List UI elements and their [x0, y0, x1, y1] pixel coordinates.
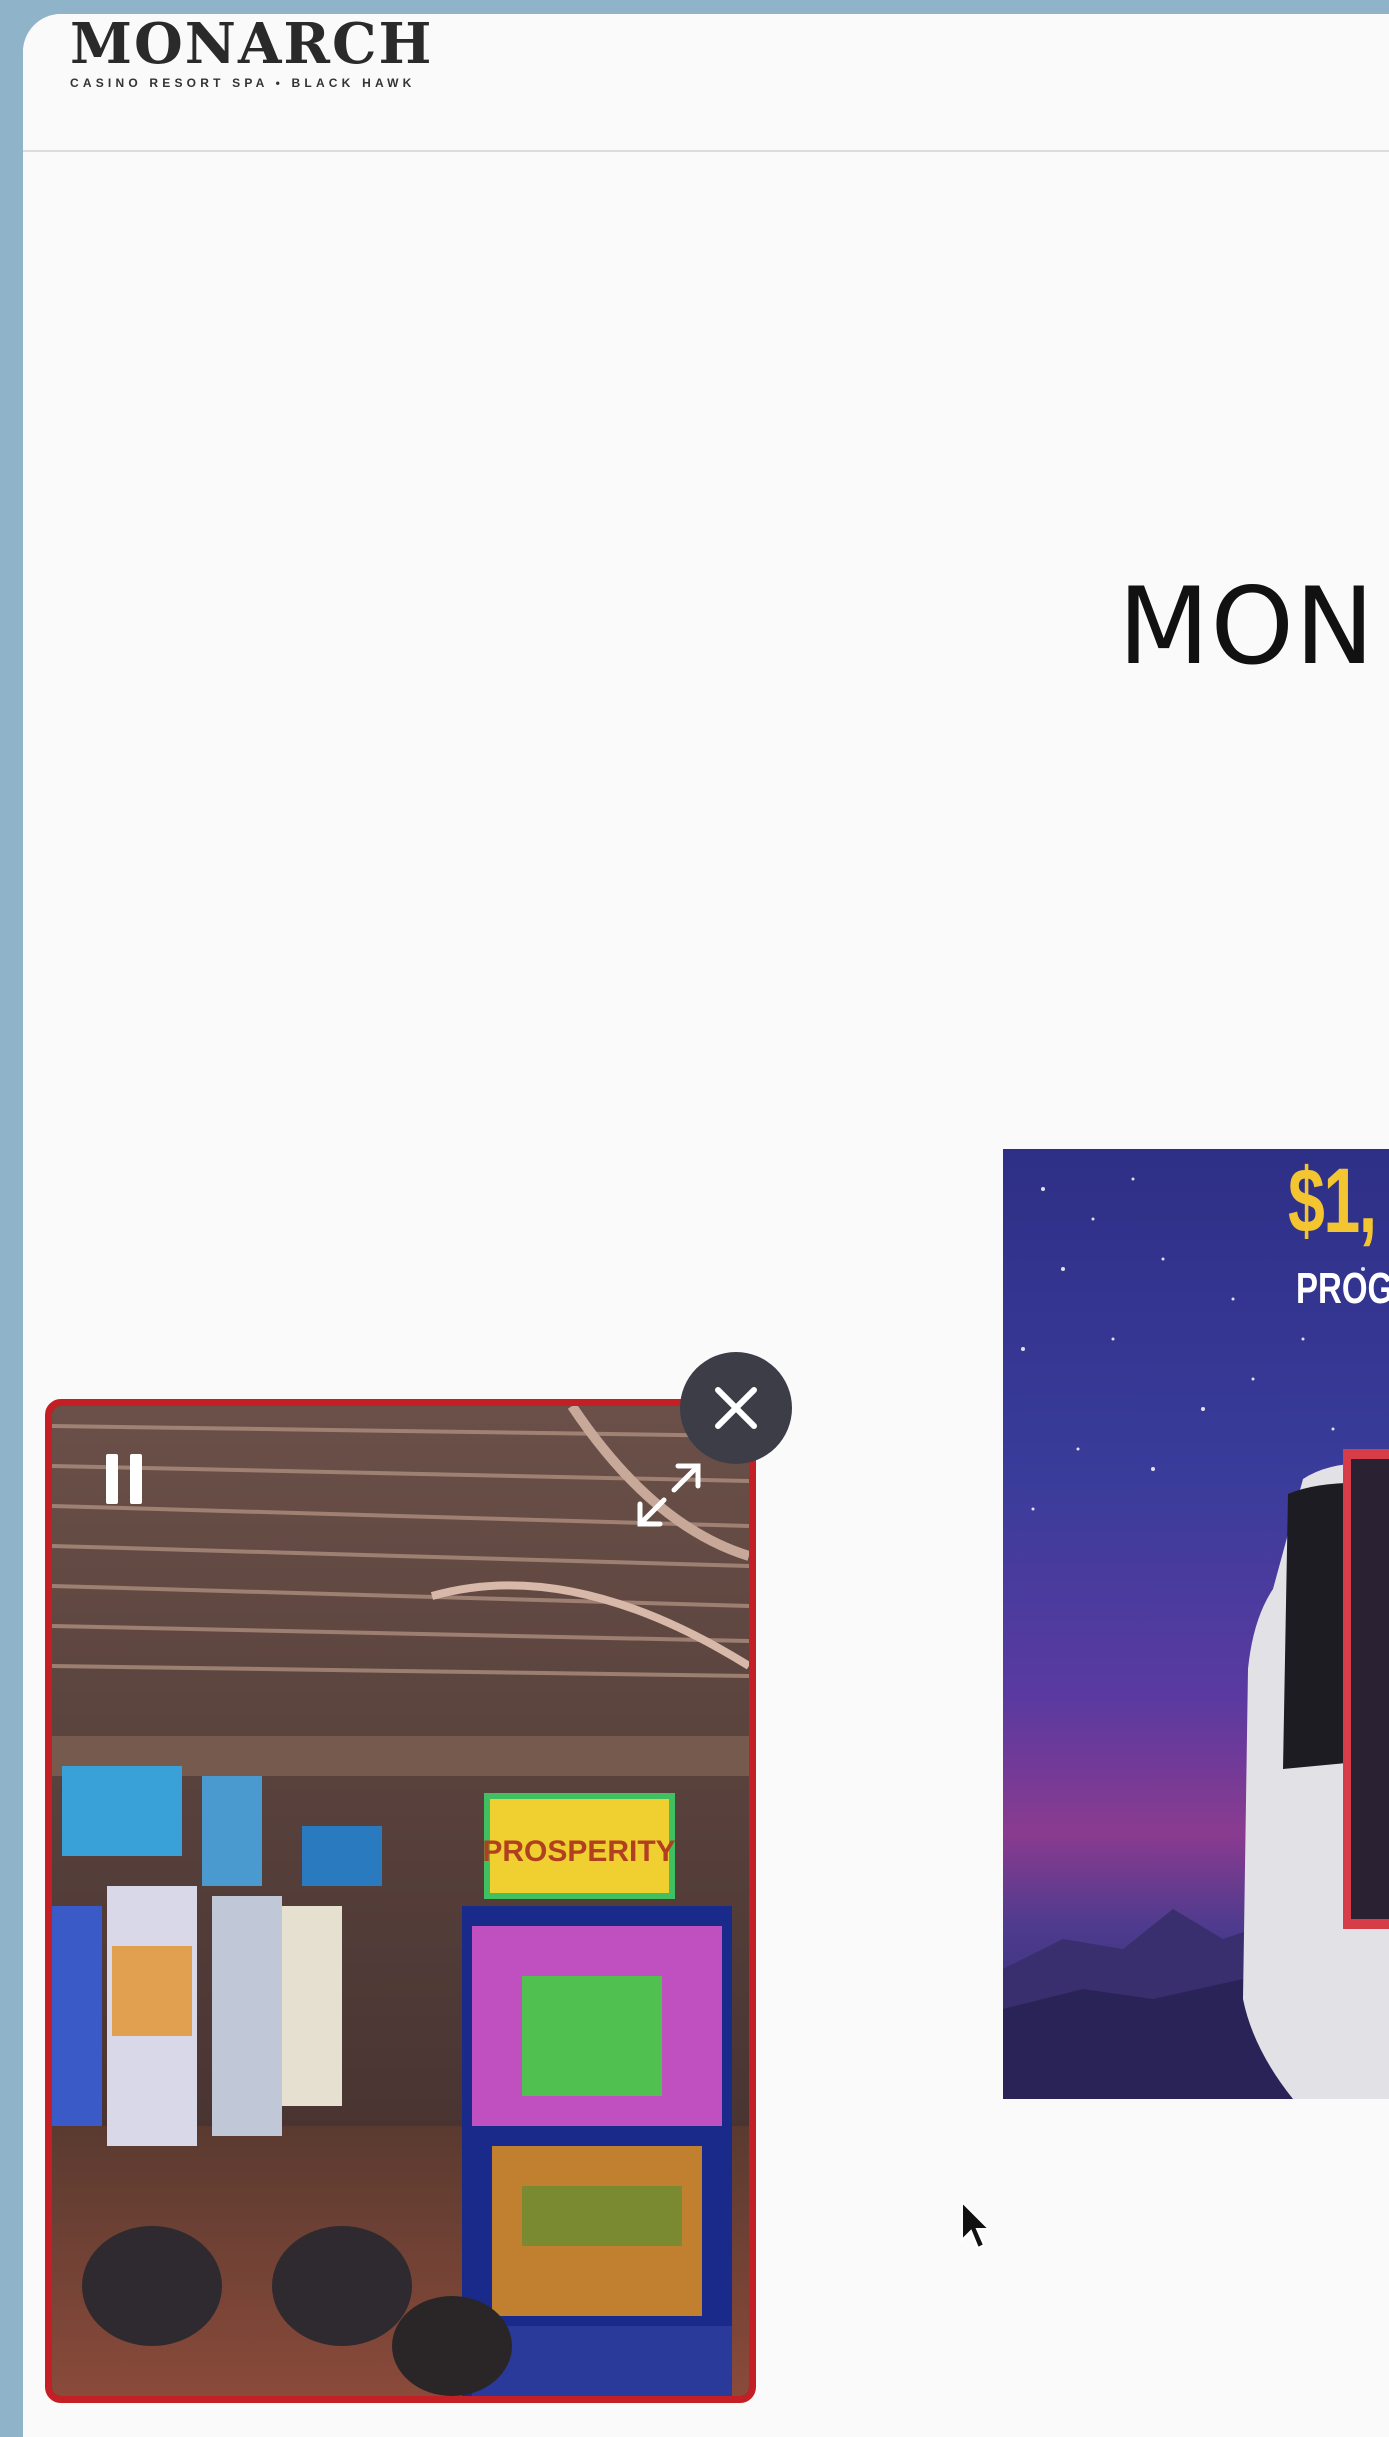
promo-subtitle: PROG: [1296, 1264, 1389, 1313]
expand-icon: [637, 1463, 701, 1527]
promo-image[interactable]: $1, PROG: [1003, 1149, 1389, 2099]
expand-button[interactable]: [634, 1460, 704, 1530]
promo-amount: $1,: [1288, 1150, 1377, 1252]
floating-video-player[interactable]: PROSPERITY: [45, 1399, 756, 2403]
logo-tagline: CASINO RESORT SPA • BLACK HAWK: [70, 76, 416, 90]
close-icon: [715, 1387, 757, 1429]
pause-icon: [106, 1454, 142, 1504]
video-frame: PROSPERITY: [52, 1406, 749, 2396]
hero-title: MON: [1118, 565, 1376, 688]
mouse-cursor-icon: [960, 2199, 992, 2250]
site-header: MONARCH CASINO RESORT SPA • BLACK HAWK: [23, 14, 1389, 152]
close-video-button[interactable]: [680, 1352, 792, 1464]
logo-wordmark: MONARCH: [70, 14, 434, 77]
monarch-logo[interactable]: MONARCH CASINO RESORT SPA • BLACK HAWK: [70, 16, 433, 90]
prosperity-sign: PROSPERITY: [482, 1835, 675, 1868]
pause-button[interactable]: [102, 1452, 146, 1506]
